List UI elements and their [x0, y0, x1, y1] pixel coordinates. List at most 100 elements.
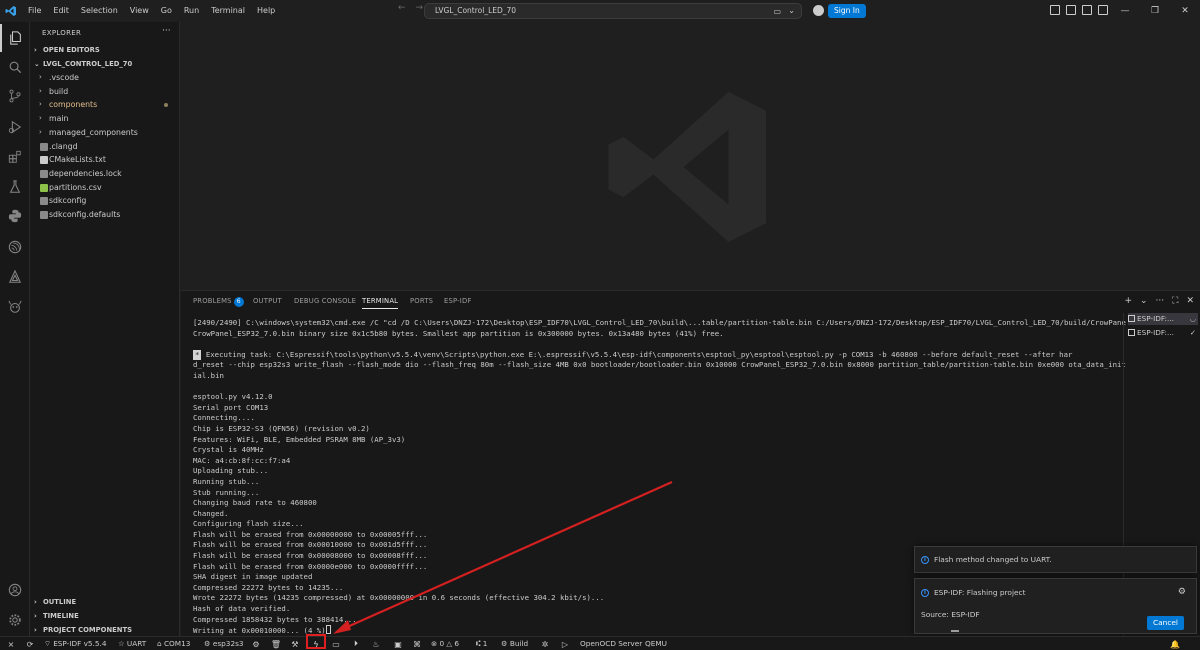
command-center-search[interactable]: LVGL_Control_LED_70 ▭ ⌄: [424, 3, 802, 19]
file-icon: [40, 156, 48, 165]
terminal-text: Flash will be erased from 0x00000000 to …: [193, 529, 428, 539]
terminal-icon[interactable]: ▣: [393, 639, 403, 649]
chevron-right-icon: ›: [34, 46, 37, 54]
notifications-bell-icon[interactable]: 🔔: [1170, 639, 1180, 649]
status-build[interactable]: ⚙ Build: [501, 637, 528, 650]
source-control-icon[interactable]: [0, 82, 30, 110]
tree-folder[interactable]: › .vscode: [30, 71, 180, 85]
chevron-down-icon[interactable]: ⌄: [1140, 296, 1148, 306]
account-icon[interactable]: [0, 576, 30, 604]
vscode-logo-icon[interactable]: [0, 0, 22, 22]
status-problems[interactable]: ⊗ 0 △ 6: [431, 637, 459, 650]
project-section[interactable]: ⌄ LVGL_CONTROL_LED_70: [30, 58, 180, 71]
toggle-secondary-sidebar-icon[interactable]: [1098, 5, 1108, 15]
full-clean-trash-icon[interactable]: 🗑: [271, 639, 281, 649]
menu-item-view[interactable]: View: [124, 0, 155, 22]
status-target[interactable]: ⚙ esp32s3: [204, 637, 244, 650]
tree-folder[interactable]: › components: [30, 98, 180, 112]
tree-file[interactable]: dependencies.lock: [30, 167, 180, 181]
outline-section[interactable]: › OUTLINE: [30, 596, 180, 609]
status-flash-method[interactable]: ☆ UART: [118, 637, 146, 650]
vscode-window: File Edit Selection View Go Run Terminal Help ←…: [0, 0, 1200, 650]
tab-ports[interactable]: PORTS: [410, 297, 433, 305]
check-icon: ✓: [1189, 328, 1196, 337]
chevron-down-icon[interactable]: ⌄: [788, 4, 795, 18]
menu-item-selection[interactable]: Selection: [75, 0, 124, 22]
debug-bug-icon[interactable]: ✲: [540, 639, 550, 649]
notification-toast[interactable]: i Flash method changed to UART.: [914, 546, 1197, 573]
minimize-icon[interactable]: —: [1110, 0, 1140, 22]
python-icon[interactable]: [0, 202, 30, 230]
forward-arrow-icon[interactable]: →: [416, 3, 424, 13]
menu-item-file[interactable]: File: [22, 0, 47, 22]
tree-file[interactable]: .clangd: [30, 140, 180, 154]
toggle-panel-icon[interactable]: [1082, 5, 1092, 15]
monitor-icon[interactable]: ▭: [331, 639, 341, 649]
terminal-text: MAC: a4:cb:8f:cc:f7:a4: [193, 455, 291, 465]
extensions-icon[interactable]: [0, 143, 30, 171]
tree-file[interactable]: sdkconfig.defaults: [30, 208, 180, 222]
component-registry-icon[interactable]: [0, 293, 30, 321]
run-debug-icon[interactable]: [0, 113, 30, 141]
explorer-icon[interactable]: [0, 24, 30, 52]
status-openocd[interactable]: OpenOCD Server: [580, 637, 642, 650]
timeline-section[interactable]: › TIMELINE: [30, 610, 180, 623]
new-terminal-plus-icon[interactable]: +: [1124, 296, 1132, 306]
back-arrow-icon[interactable]: ←: [398, 3, 406, 13]
tree-file[interactable]: sdkconfig: [30, 194, 180, 208]
sync-icon[interactable]: ⟳: [25, 639, 35, 649]
tree-file[interactable]: partitions.csv: [30, 181, 180, 195]
status-ports[interactable]: ⑆ 1: [476, 637, 487, 650]
menu-item-run[interactable]: Run: [178, 0, 205, 22]
restore-icon[interactable]: ❐: [1140, 0, 1170, 22]
tab-terminal[interactable]: TERMINAL: [362, 297, 399, 309]
menu-item-help[interactable]: Help: [251, 0, 281, 22]
accounts-icon[interactable]: [813, 5, 824, 16]
tab-esp-idf[interactable]: ESP-IDF: [444, 297, 472, 305]
more-actions-icon[interactable]: ···: [1156, 296, 1165, 306]
progress-notification[interactable]: i ESP-IDF: Flashing project ⚙ Source: ES…: [914, 578, 1197, 634]
menu-item-go[interactable]: Go: [155, 0, 178, 22]
toggle-primary-sidebar-icon[interactable]: [1066, 5, 1076, 15]
chat-icon[interactable]: ▭: [773, 5, 781, 19]
cancel-button[interactable]: Cancel: [1146, 616, 1184, 630]
debug-icon[interactable]: ⏵: [351, 639, 361, 649]
build-wrench-icon[interactable]: ⚒: [290, 639, 300, 649]
tree-folder[interactable]: › managed_components: [30, 126, 180, 140]
maximize-panel-icon[interactable]: ⛶: [1172, 296, 1178, 306]
terminal-text: Running stub...: [193, 476, 260, 486]
testing-flask-icon[interactable]: [0, 173, 30, 201]
espressif-icon[interactable]: [0, 233, 30, 261]
close-panel-icon[interactable]: ✕: [1186, 296, 1194, 306]
tab-problems[interactable]: PROBLEMS 6: [193, 297, 244, 307]
remote-icon[interactable]: ⨯: [6, 639, 16, 649]
tree-folder[interactable]: › build: [30, 85, 180, 99]
status-idf-version[interactable]: ⌔ ESP-IDF v5.5.4: [44, 637, 106, 650]
search-icon[interactable]: [0, 53, 30, 81]
task-icon[interactable]: ⌘: [412, 639, 422, 649]
tree-folder[interactable]: › main: [30, 112, 180, 126]
tab-debug-console[interactable]: DEBUG CONSOLE: [294, 297, 356, 305]
idf-fire-icon[interactable]: ♨: [371, 639, 381, 649]
terminal-text: Serial port COM13: [193, 402, 269, 412]
sdk-config-gear-icon[interactable]: ⚙: [251, 639, 261, 649]
menu-item-terminal[interactable]: Terminal: [205, 0, 251, 22]
close-icon[interactable]: ✕: [1170, 0, 1200, 22]
terminal-list-item[interactable]: ESP-IDF:... ✓: [1128, 327, 1198, 339]
open-editors-section[interactable]: › OPEN EDITORS: [30, 44, 180, 57]
tree-item-label: sdkconfig: [49, 196, 87, 206]
terminal-list-item[interactable]: ESP-IDF:... ◡: [1128, 313, 1198, 325]
menu-item-edit[interactable]: Edit: [47, 0, 75, 22]
run-play-icon[interactable]: ▷: [560, 639, 570, 649]
tab-output[interactable]: OUTPUT: [253, 297, 282, 305]
more-actions-icon[interactable]: ···: [162, 26, 171, 36]
sign-in-button[interactable]: Sign In: [828, 4, 866, 18]
tree-file[interactable]: CMakeLists.txt: [30, 153, 180, 167]
editor-area[interactable]: [181, 22, 1200, 290]
idf-flame-icon[interactable]: [0, 263, 30, 291]
manage-gear-icon[interactable]: [0, 606, 30, 634]
settings-gear-icon[interactable]: ⚙: [1178, 587, 1186, 597]
status-qemu[interactable]: QEMU: [645, 637, 667, 650]
status-serial-port[interactable]: ⌂ COM13: [157, 637, 190, 650]
layout-grid-icon[interactable]: [1050, 5, 1060, 15]
